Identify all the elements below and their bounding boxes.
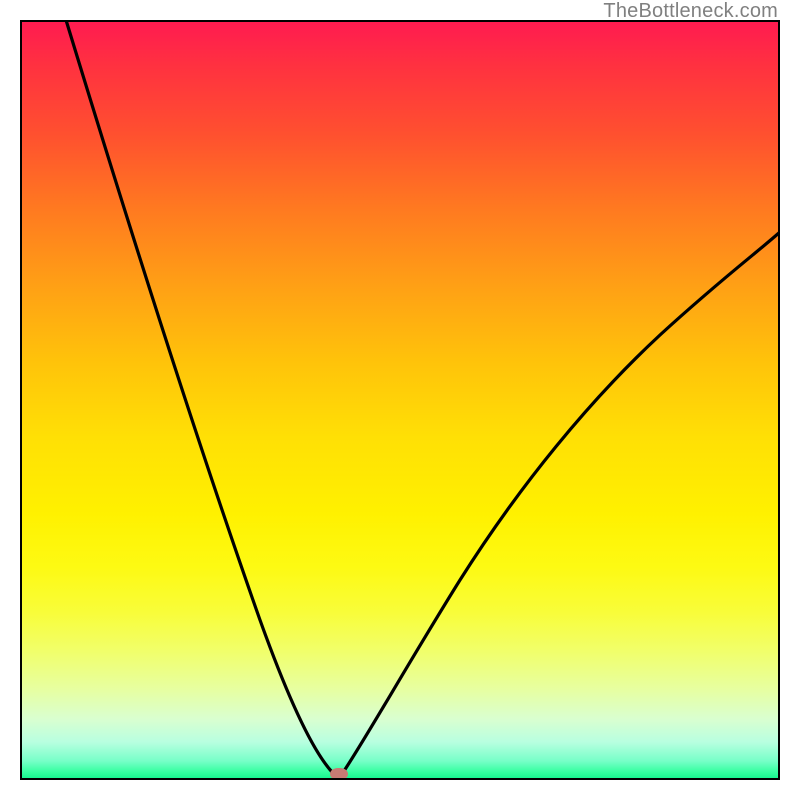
curve-right-branch [342, 232, 780, 774]
bottleneck-chart: TheBottleneck.com [0, 0, 800, 800]
curve-layer [20, 20, 780, 780]
optimal-marker [330, 768, 348, 780]
watermark-text: TheBottleneck.com [603, 0, 778, 23]
curve-left-branch [66, 20, 332, 772]
